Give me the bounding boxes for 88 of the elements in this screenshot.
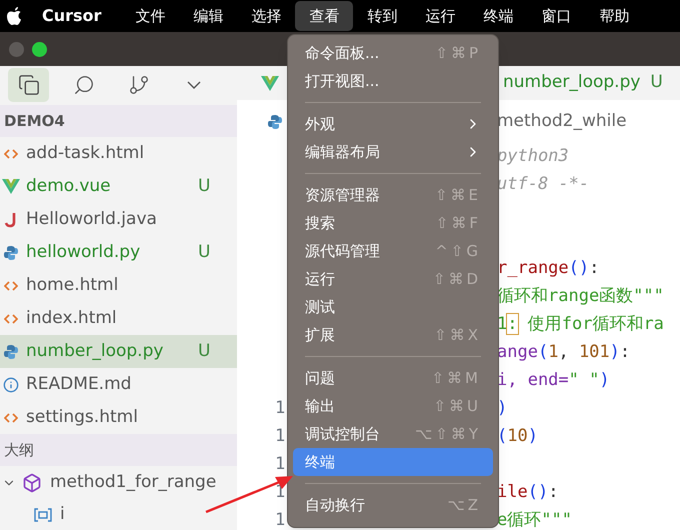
cube-icon [22, 473, 42, 493]
shortcut-text: ⇧⌘X [434, 324, 481, 346]
file-item[interactable]: demo.vue U [0, 170, 237, 203]
explorer-header[interactable]: DEMO4 [0, 104, 237, 137]
menu-item[interactable]: 编辑器布局 [293, 138, 493, 166]
file-item[interactable]: home.html [0, 269, 237, 302]
editor-tab[interactable]: number_loop.py [503, 70, 640, 96]
status-label: U [650, 71, 663, 94]
shortcut-text: ⇧⌘D [432, 268, 481, 290]
menu-bar-item[interactable]: 运行 [411, 1, 470, 31]
outline-item[interactable]: method1_for_range [0, 466, 237, 500]
v-logo-icon [261, 76, 279, 90]
shortcut-text: ^⇧G [435, 240, 481, 262]
code-line: python3 [497, 145, 569, 168]
shortcut-text: ⌥⇧⌘Y [414, 424, 481, 445]
code-brackets-icon [4, 410, 18, 424]
code-brackets-icon [4, 312, 18, 326]
file-item[interactable]: index.html [0, 302, 237, 335]
shortcut-text: ⇧⌘E [434, 184, 481, 206]
line-number: 1 [275, 510, 286, 530]
breadcrumb-item[interactable]: method2_while [497, 108, 627, 134]
snake-logo-icon [267, 114, 283, 130]
code-line: r_range(): [497, 257, 600, 280]
branch-icon [128, 74, 150, 96]
line-number: 1 [275, 454, 286, 474]
menu-bar-item[interactable]: 文件 [121, 1, 180, 31]
code-line: ange(1, 101): [497, 341, 630, 364]
snake-logo-icon [3, 244, 19, 260]
file-item[interactable]: number_loop.py U [0, 335, 237, 368]
variable-icon [34, 507, 52, 523]
code-line: ile(): [497, 481, 558, 504]
menu-item[interactable]: 资源管理器 ⇧⌘E [293, 181, 493, 209]
menu-bar-item[interactable]: 帮助 [585, 1, 644, 31]
activity-tab[interactable] [8, 68, 49, 102]
menu-item[interactable]: 调试控制台 ⌥⇧⌘Y [293, 420, 493, 448]
shortcut-text: ⇧⌘U [433, 396, 481, 417]
menu-item[interactable]: 终端 [293, 448, 493, 476]
file-item[interactable]: Helloworld.java [0, 203, 237, 236]
menu-bar-item[interactable]: 窗口 [527, 1, 586, 31]
menu-bar-item[interactable]: 选择 [237, 1, 296, 31]
code-line: ) [497, 397, 508, 420]
line-number: 1 [275, 426, 286, 446]
snake-logo-icon [3, 344, 19, 360]
menu-bar-item[interactable]: 终端 [469, 1, 528, 31]
code-line: utf-8 -*- [497, 173, 590, 196]
shortcut-text: ⇧⌘F [436, 212, 481, 234]
line-number: 1 [275, 398, 286, 418]
menu-item[interactable]: 外观 [293, 110, 493, 138]
menu-item[interactable]: 问题 ⇧⌘M [293, 364, 493, 392]
apple-logo-icon[interactable] [6, 6, 24, 26]
app-name[interactable]: Cursor [42, 4, 102, 28]
outline-header[interactable]: 大纲 [0, 434, 237, 466]
code-line: 1: 使用for循环和ra [497, 313, 664, 336]
chevron-down-icon [186, 81, 200, 90]
info-icon [3, 376, 19, 392]
menu-item[interactable]: 运行 ⇧⌘D [293, 265, 493, 293]
v-logo-icon [2, 179, 20, 194]
search-icon [72, 74, 94, 96]
menu-item[interactable]: 扩展 ⇧⌘X [293, 321, 493, 349]
status-label: U [198, 240, 210, 264]
menu-item[interactable]: 打开视图... [293, 67, 493, 95]
code-line: i, end=" ") [497, 369, 610, 392]
file-item[interactable]: settings.html [0, 401, 237, 434]
shortcut-text: ⇧⌘M [431, 368, 481, 389]
shortcut-text: ⌥Z [447, 494, 481, 516]
outline-item[interactable]: i [0, 500, 237, 530]
status-label: U [198, 174, 210, 198]
menu-item[interactable]: 搜索 ⇧⌘F [293, 209, 493, 237]
files-icon [18, 74, 40, 96]
menu-item[interactable]: 测试 [293, 293, 493, 321]
menu-item[interactable]: 源代码管理 ^⇧G [293, 237, 493, 265]
hook-icon [4, 212, 18, 228]
code-line: (10) [497, 425, 538, 448]
status-label: U [198, 340, 210, 363]
window-button[interactable] [32, 42, 47, 56]
file-item[interactable]: helloworld.py U [0, 236, 237, 269]
menu-bar-item[interactable]: 转到 [353, 1, 412, 31]
file-item[interactable]: README.md [0, 368, 237, 401]
code-brackets-icon [4, 278, 18, 292]
file-item[interactable]: add-task.html [0, 137, 237, 170]
menu-bar-item[interactable]: 编辑 [179, 1, 238, 31]
code-line: 循环和range函数""" [497, 285, 664, 308]
menu-bar-item[interactable]: 查看 [295, 1, 354, 31]
code-brackets-icon [4, 146, 18, 160]
menu-item[interactable]: 自动换行 ⌥Z [293, 491, 493, 519]
menu-item[interactable]: 输出 ⇧⌘U [293, 392, 493, 420]
shortcut-text: ⇧⌘P [435, 42, 481, 64]
menu-item[interactable]: 命令面板... ⇧⌘P [293, 39, 493, 67]
